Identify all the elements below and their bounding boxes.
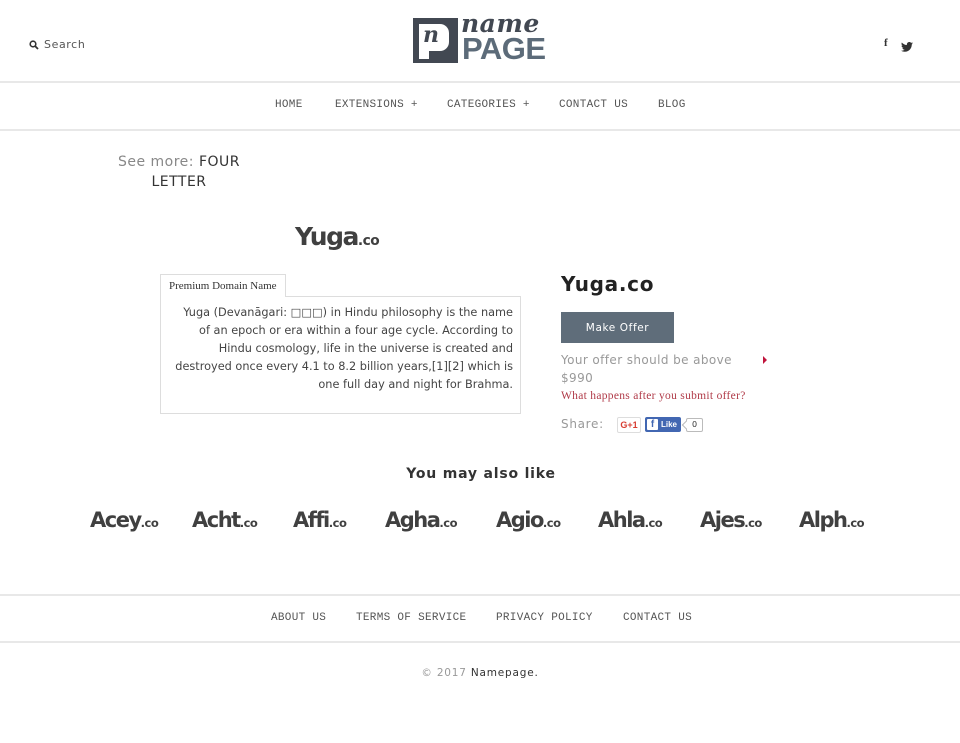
what-happens-link[interactable]: What happens after you submit offer? bbox=[561, 390, 746, 402]
logo-mark: n bbox=[413, 18, 458, 63]
domain-logo: Yuga.co bbox=[295, 222, 380, 251]
facebook-like-label: Like bbox=[661, 420, 678, 429]
site-header: Search n name PAGE f bbox=[0, 0, 960, 83]
footer-link-privacy-policy[interactable]: PRIVACY POLICY bbox=[496, 612, 593, 624]
offer-minimum-note: Your offer should be above $990 bbox=[561, 353, 732, 385]
also-like-item[interactable]: Ajes.co bbox=[700, 508, 762, 532]
also-like-item[interactable]: Alph.co bbox=[799, 508, 865, 532]
footer-link-terms-of-service[interactable]: TERMS OF SERVICE bbox=[356, 612, 466, 624]
copyright-site-link[interactable]: Namepage. bbox=[471, 667, 539, 679]
twitter-link[interactable] bbox=[901, 37, 913, 56]
caret-right-icon[interactable] bbox=[763, 356, 767, 364]
copyright-prefix: © 2017 bbox=[421, 667, 467, 679]
share-label: Share: bbox=[561, 417, 604, 431]
domain-logo-tld: .co bbox=[357, 233, 380, 249]
site-logo[interactable]: n name PAGE bbox=[413, 9, 549, 66]
copyright: © 2017 Namepage. bbox=[0, 667, 960, 679]
nav-item-home[interactable]: HOME bbox=[275, 99, 303, 111]
see-more-label: See more: bbox=[117, 154, 195, 170]
google-plus-button[interactable]: G+1 bbox=[617, 417, 641, 433]
footer-link-about-us[interactable]: ABOUT US bbox=[271, 612, 326, 624]
facebook-icon: f bbox=[647, 419, 658, 430]
logo-mark-letter: n bbox=[423, 22, 439, 48]
footer-link-contact-us[interactable]: CONTACT US bbox=[623, 612, 692, 624]
tab-premium-domain-name[interactable]: Premium Domain Name bbox=[160, 274, 286, 297]
facebook-like-button[interactable]: f Like bbox=[645, 417, 681, 432]
google-plus-icon: G+1 bbox=[620, 420, 638, 430]
also-like-item[interactable]: Agio.co bbox=[496, 508, 561, 532]
logo-word-bottom: PAGE bbox=[462, 31, 546, 66]
domain-description: Yuga (Devanāgari: □□□) in Hindu philosop… bbox=[175, 306, 513, 391]
footer-nav: ABOUT US TERMS OF SERVICE PRIVACY POLICY… bbox=[0, 594, 960, 643]
also-like-item[interactable]: Agha.co bbox=[385, 508, 458, 532]
facebook-link[interactable]: f bbox=[884, 37, 888, 49]
also-like-item[interactable]: Ahla.co bbox=[598, 508, 663, 532]
nav-item-extensions[interactable]: EXTENSIONS + bbox=[335, 99, 418, 111]
domain-title: Yuga.co bbox=[561, 272, 655, 296]
nav-item-categories[interactable]: CATEGORIES + bbox=[447, 99, 530, 111]
description-panel: Yuga (Devanāgari: □□□) in Hindu philosop… bbox=[160, 296, 521, 414]
search-icon bbox=[29, 39, 39, 50]
also-like-item[interactable]: Affi.co bbox=[293, 508, 347, 532]
also-like-item[interactable]: Acht.co bbox=[192, 508, 258, 532]
nav-item-blog[interactable]: BLOG bbox=[658, 99, 686, 111]
facebook-icon: f bbox=[884, 37, 888, 49]
also-like-item[interactable]: Acey.co bbox=[90, 508, 159, 532]
nav-item-contact-us[interactable]: CONTACT US bbox=[559, 99, 628, 111]
domain-logo-name: Yuga bbox=[295, 222, 359, 251]
also-like-title: You may also like bbox=[406, 466, 556, 482]
twitter-icon bbox=[901, 42, 913, 52]
see-more: See more: FOUR LETTER bbox=[104, 152, 254, 192]
facebook-like-count: 0 bbox=[686, 418, 703, 432]
search-button[interactable]: Search bbox=[29, 38, 85, 51]
search-label: Search bbox=[44, 38, 86, 51]
main-nav: HOME EXTENSIONS + CATEGORIES + CONTACT U… bbox=[0, 84, 960, 131]
make-offer-button[interactable]: Make Offer bbox=[561, 312, 674, 343]
